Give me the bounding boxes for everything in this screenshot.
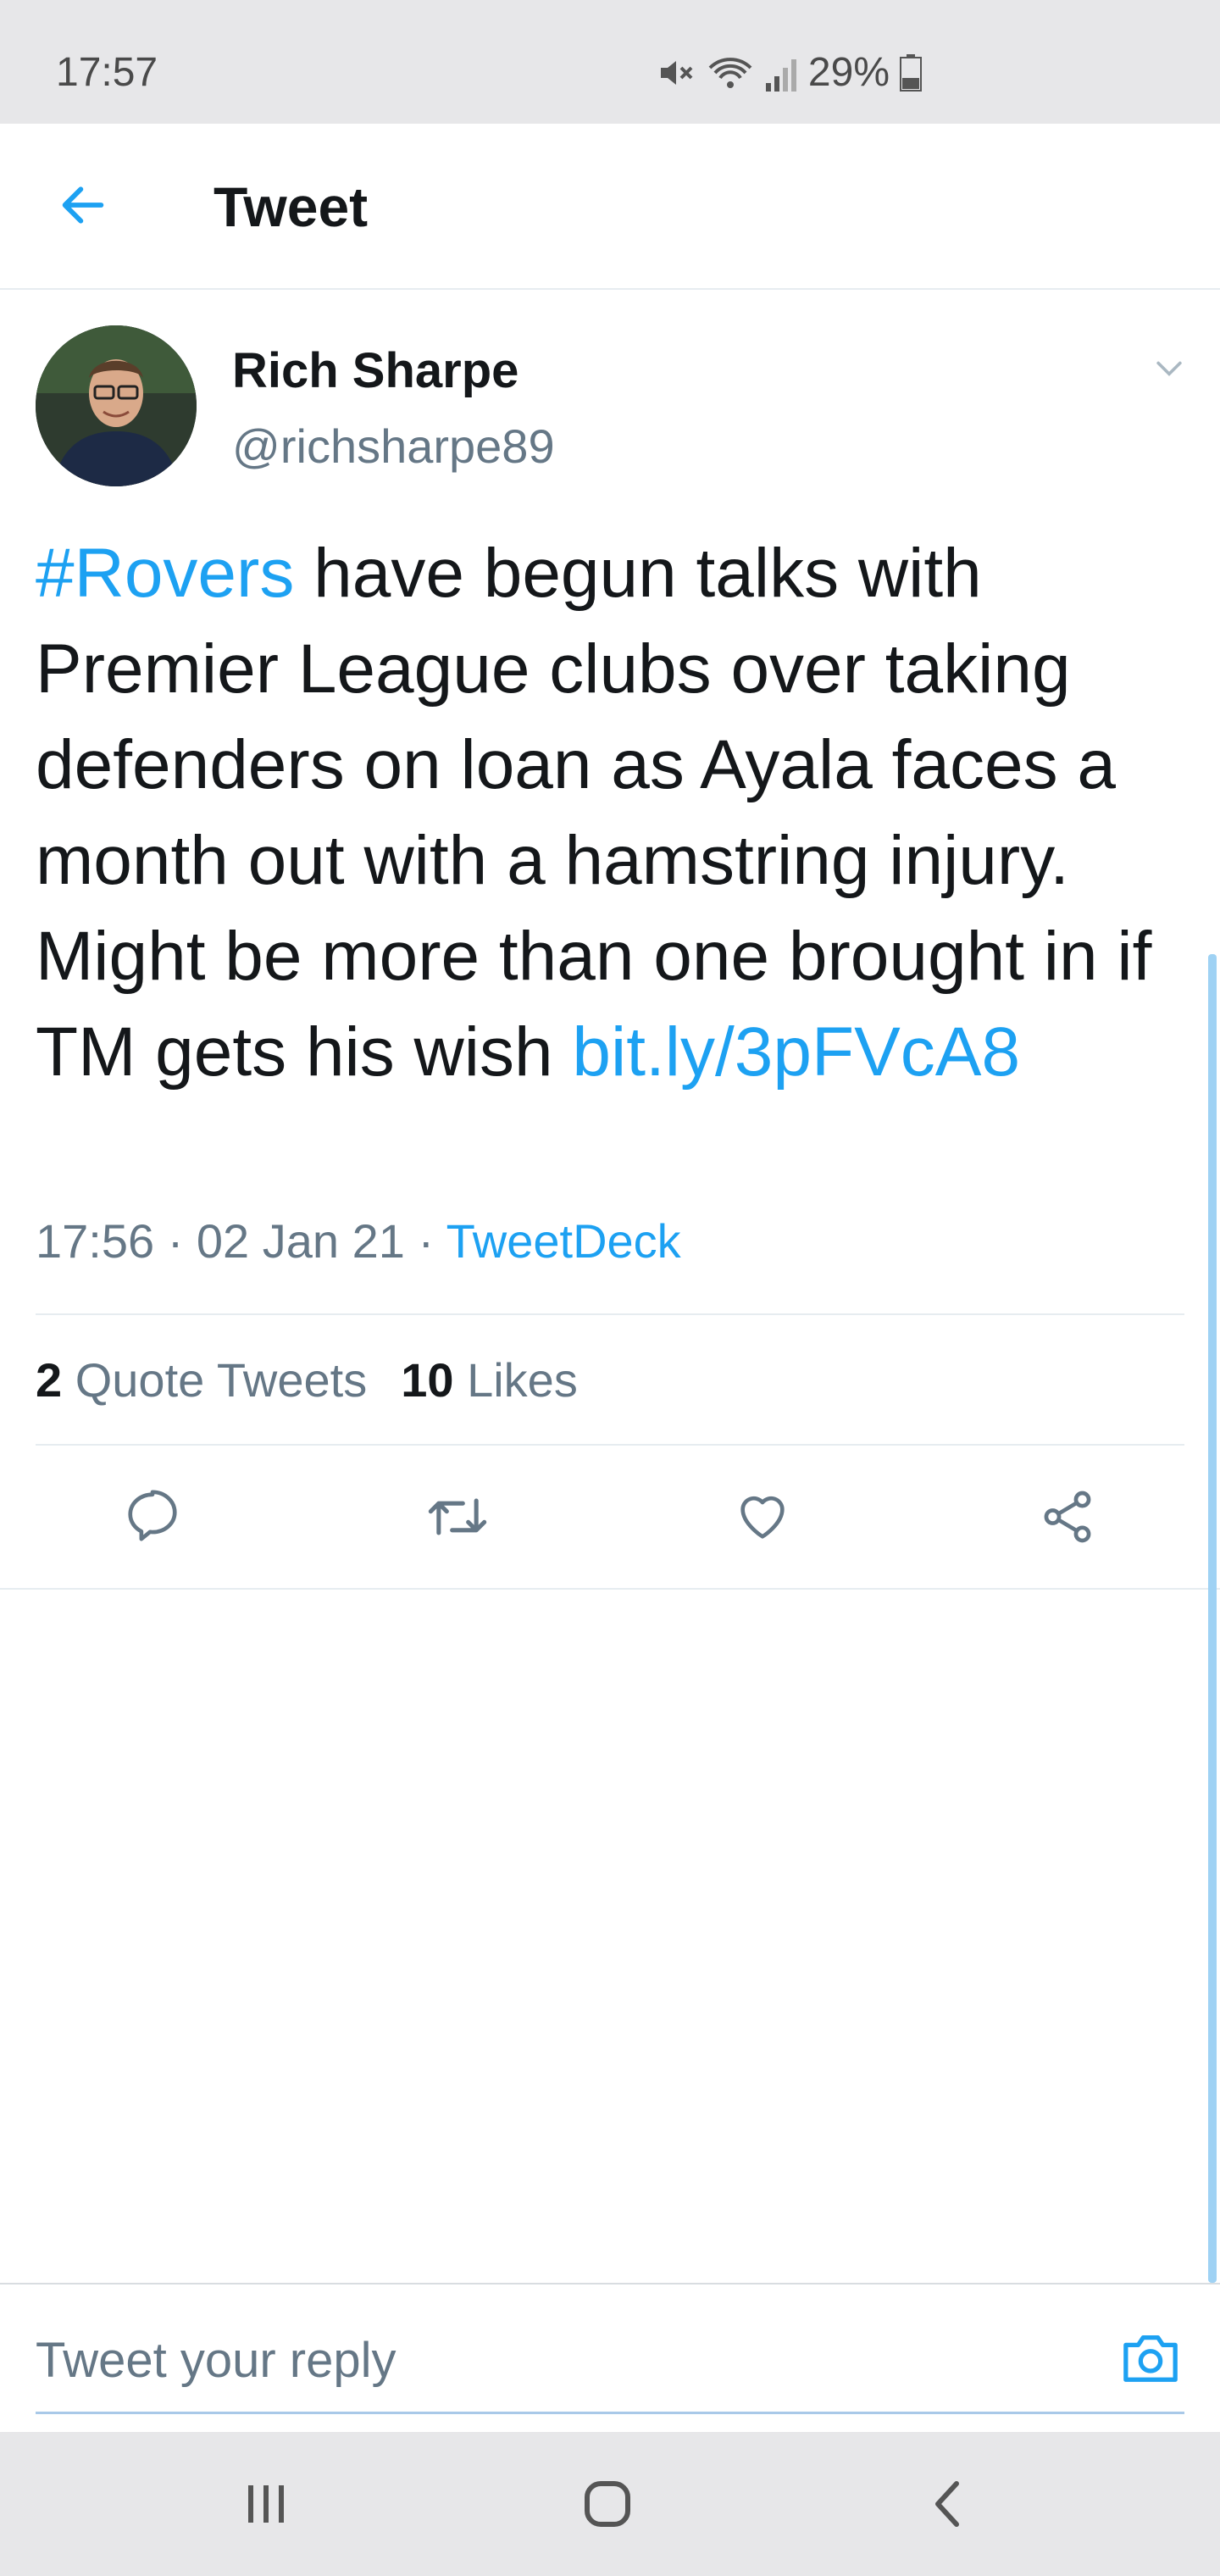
mute-icon	[656, 53, 696, 93]
actions-divider	[0, 1588, 1220, 1590]
retweet-icon	[425, 1487, 490, 1551]
avatar[interactable]	[36, 325, 197, 486]
arrow-left-icon	[56, 178, 110, 236]
hashtag-link[interactable]: #Rovers	[36, 535, 294, 612]
quote-count: 2	[36, 1353, 63, 1407]
battery-icon	[900, 53, 922, 92]
reply-input[interactable]	[36, 2322, 1069, 2398]
back-button[interactable]	[49, 173, 117, 241]
likes-stat[interactable]: 10 Likes	[401, 1353, 578, 1407]
quote-tweets-stat[interactable]: 2 Quote Tweets	[36, 1353, 367, 1407]
like-count: 10	[401, 1353, 454, 1407]
reply-underline	[36, 2412, 1184, 2414]
camera-button[interactable]	[1117, 2325, 1184, 2393]
camera-icon	[1118, 2328, 1183, 2391]
tweet-source[interactable]: TweetDeck	[446, 1214, 681, 1268]
reply-top-border	[0, 2283, 1220, 2285]
tweet-time: 17:56	[36, 1214, 155, 1268]
wifi-icon	[707, 53, 754, 93]
tweet-body: have begun talks with Premier League clu…	[36, 535, 1152, 1091]
retweet-button[interactable]	[424, 1485, 491, 1552]
more-options-button[interactable]	[1145, 346, 1193, 393]
recent-apps-button[interactable]	[229, 2468, 305, 2544]
page-title: Tweet	[214, 175, 369, 238]
share-button[interactable]	[1034, 1485, 1101, 1552]
scrollbar[interactable]	[1208, 954, 1217, 2283]
system-nav-bar	[0, 2432, 1220, 2576]
battery-percent: 29%	[807, 50, 890, 95]
tweet-text: #Rovers have begun talks with Premier Le…	[36, 525, 1188, 1100]
back-nav-button[interactable]	[910, 2468, 986, 2544]
app-bar: Tweet	[0, 124, 1220, 290]
tweet-meta: 17:56 · 02 Jan 21 · TweetDeck	[36, 1213, 681, 1269]
chevron-left-icon	[924, 2477, 972, 2535]
tweet-stats: 2 Quote Tweets 10 Likes	[36, 1352, 578, 1407]
status-time: 17:57	[56, 50, 158, 95]
divider	[36, 1444, 1184, 1446]
tweet-link[interactable]: bit.ly/3pFVcA8	[572, 1013, 1020, 1091]
status-bar: 17:57 29%	[0, 0, 1220, 124]
reply-button[interactable]	[119, 1485, 186, 1552]
like-button[interactable]	[729, 1485, 796, 1552]
like-icon	[733, 1487, 792, 1551]
divider	[36, 1313, 1184, 1315]
meta-separator: ·	[154, 1214, 197, 1268]
reply-icon	[123, 1487, 182, 1551]
author-name[interactable]: Rich Sharpe	[232, 342, 518, 399]
chevron-down-icon	[1151, 349, 1188, 391]
meta-separator: ·	[404, 1214, 446, 1268]
signal-icon	[764, 53, 798, 93]
share-icon	[1038, 1487, 1097, 1551]
like-label: Likes	[467, 1353, 578, 1407]
quote-label: Quote Tweets	[75, 1353, 368, 1407]
home-button[interactable]	[569, 2468, 646, 2544]
home-icon	[580, 2477, 635, 2535]
status-icons: 29%	[656, 49, 922, 96]
tweet-date: 02 Jan 21	[196, 1214, 405, 1268]
author-handle[interactable]: @richsharpe89	[232, 419, 555, 474]
recent-apps-icon	[241, 2480, 292, 2532]
